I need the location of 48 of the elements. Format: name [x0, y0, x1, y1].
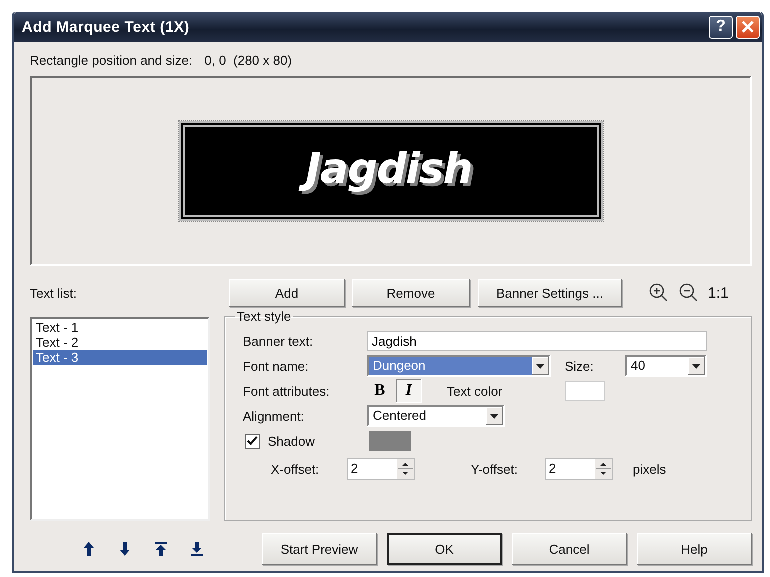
dropdown-arrow-icon — [536, 364, 545, 368]
field-label: Y-offset: — [471, 462, 519, 476]
dropdown-arrow-icon — [490, 414, 499, 418]
dialog-button[interactable]: Cancel — [512, 533, 627, 565]
close-icon — [741, 20, 755, 34]
toolbar-button[interactable]: Add — [229, 279, 345, 307]
units-label: pixels — [633, 462, 666, 476]
toolbar-button[interactable]: Remove — [352, 279, 470, 307]
close-button[interactable] — [736, 16, 760, 38]
zoom-out-icon[interactable] — [678, 282, 700, 304]
position-label: Rectangle position and size: — [30, 52, 193, 68]
font-name-dropdown[interactable]: Dungeon — [367, 355, 551, 377]
check-icon — [247, 436, 258, 446]
group-title: Text style — [236, 309, 292, 324]
x-offset-spinner[interactable]: 2 — [347, 458, 415, 480]
help-button[interactable]: ? — [709, 16, 733, 38]
text-list-item[interactable]: Text - 3 — [33, 350, 207, 365]
toolbar-button[interactable]: Banner Settings ... — [478, 279, 622, 307]
move-up-icon[interactable] — [82, 541, 96, 557]
dialog-button[interactable]: Help — [637, 533, 752, 565]
field-label: Banner text: — [243, 334, 314, 348]
move-to-top-icon[interactable] — [154, 541, 168, 557]
zoom-in-icon[interactable] — [648, 282, 670, 304]
field-label: Font attributes: — [243, 384, 331, 398]
move-to-bottom-icon[interactable] — [190, 541, 204, 557]
banner-text-field[interactable]: Jagdish — [367, 331, 707, 351]
italic-toggle[interactable]: I — [396, 379, 422, 403]
text-list-item[interactable]: Text - 1 — [33, 320, 207, 335]
shadow-checkbox[interactable]: Shadow — [245, 434, 369, 448]
field-label: Alignment: — [243, 408, 306, 424]
window-title: Add Marquee Text (1X) — [22, 18, 190, 36]
text-list-label: Text list: — [30, 286, 78, 300]
field-label: Font name: — [243, 358, 310, 374]
text-color-swatch[interactable] — [565, 381, 605, 401]
field-label: X-offset: — [271, 462, 320, 476]
dialog-button[interactable]: OK — [387, 533, 502, 565]
dropdown-arrow-icon — [692, 364, 701, 368]
field-label: Size: — [565, 358, 595, 374]
move-down-icon[interactable] — [118, 541, 132, 557]
shadow-color-swatch[interactable] — [369, 431, 411, 451]
actual-size-button[interactable]: 1:1 — [708, 284, 729, 302]
alignment-dropdown[interactable]: Centered — [367, 405, 505, 427]
position-value: 0, 0 (280 x 80) — [204, 52, 292, 68]
text-list-item[interactable]: Text - 2 — [33, 335, 207, 350]
dialog-button[interactable]: Start Preview — [262, 533, 377, 565]
text-color-label: Text color — [447, 384, 504, 398]
size-dropdown[interactable]: 40 — [625, 355, 707, 377]
y-offset-spinner[interactable]: 2 — [545, 458, 613, 480]
